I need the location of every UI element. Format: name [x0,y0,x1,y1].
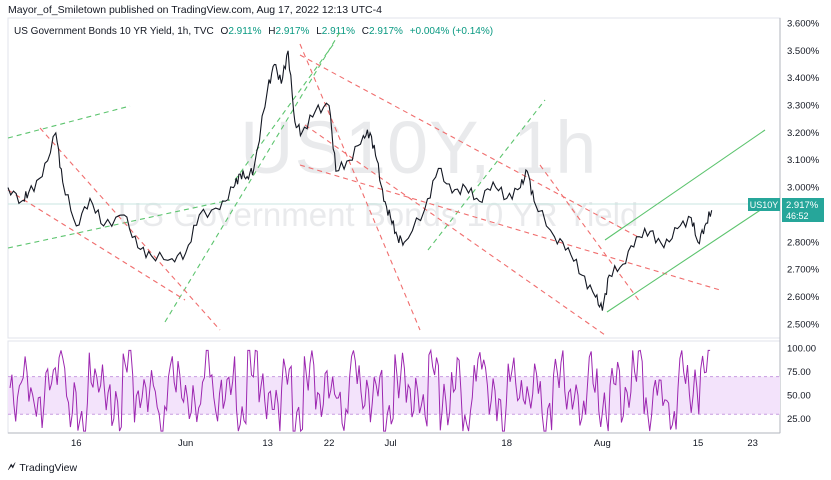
down-trend-4 [299,54,641,239]
price-tick-label: 2.500% [787,319,820,330]
rsi-tick-label: 75.00 [787,367,811,378]
price-tick-label: 2.800% [787,237,820,248]
price-tick-label: 3.100% [787,155,820,166]
up-channel-2 [164,31,341,323]
footer-brand: TradingView [19,461,78,474]
price-tick-label: 3.500% [787,46,820,57]
up-channel-top-1 [7,105,131,139]
time-tick-label: 16 [71,438,82,449]
time-tick-label: 23 [747,438,758,449]
price-tick-label: 3.200% [787,128,820,139]
main-pane-frame [7,17,781,339]
down-trend-5 [304,124,606,336]
rsi-axis-ticks: 100.00 75.00 50.00 25.00 [787,344,816,425]
down-trend-6 [539,164,641,303]
down-trend-7 [299,164,721,291]
time-tick-label: 15 [693,438,704,449]
time-tick-label: 13 [262,438,273,449]
time-axis-ticks: 16 Jun 13 22 Jul 18 Aug 15 23 [71,438,758,449]
price-series-line [7,50,713,311]
rsi-tick-label: 50.00 [787,390,811,401]
price-chart[interactable]: 3.600% 3.500% 3.400% 3.300% 3.200% 3.100% 3.00… [0,0,831,480]
price-tick-label: 3.300% [787,101,820,112]
rsi-tick-label: 100.00 [787,344,816,355]
time-tick-label: Aug [594,438,611,449]
price-tick-label: 3.400% [787,73,820,84]
price-tick-label: 3.000% [787,183,820,194]
price-badge-countdown: 46:52 [786,211,809,221]
footer: 🗲 TradingView [8,461,77,474]
price-tick-label: 2.600% [787,292,820,303]
price-axis-ticks: 3.600% 3.500% 3.400% 3.300% 3.200% 3.100% 3.00… [787,18,820,330]
price-badge-value: 2.917% [786,200,819,211]
rsi-tick-label: 25.00 [787,414,811,425]
time-tick-label: 18 [501,438,512,449]
trendlines [7,31,721,336]
down-trend-2 [7,189,186,301]
ticker-badge-text: US10Y [750,200,779,210]
last-price-badge: US10Y 2.917% 46:52 [748,198,824,222]
time-tick-label: Jun [178,438,193,449]
up-channel-4 [427,99,546,251]
tradingview-logo-icon: 🗲 [8,461,16,473]
time-tick-label: Jul [385,438,397,449]
price-tick-label: 2.700% [787,265,820,276]
up-channel-solid [604,129,769,313]
time-tick-label: 22 [324,438,335,449]
price-tick-label: 3.600% [787,18,820,29]
